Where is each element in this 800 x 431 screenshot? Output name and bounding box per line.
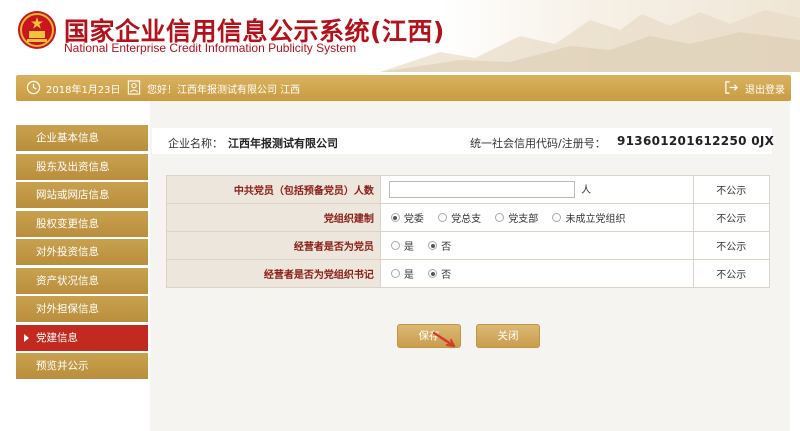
radio-button[interactable] <box>390 213 400 222</box>
site-header: 国家企业信用信息公示系统(江西) National Enterprise Cre… <box>0 0 800 72</box>
sidebar-item-party-building[interactable]: 党建信息 <box>16 325 148 351</box>
sidebar-item-label: 企业基本信息 <box>36 132 99 144</box>
table-row: 中共党员（包括预备党员）人数 人 不公示 <box>166 175 771 204</box>
unit-label: 人 <box>581 184 592 196</box>
publicity-status: 不公示 <box>692 203 771 232</box>
radio-button[interactable] <box>552 213 562 222</box>
option-general-branch[interactable]: 党总支 <box>438 210 481 225</box>
operator-is-secretary-options: 是 否 <box>379 259 694 288</box>
radio-button[interactable] <box>495 213 505 222</box>
party-member-count-label: 中共党员（包括预备党员）人数 <box>166 175 381 204</box>
party-info-form: 中共党员（包括预备党员）人数 人 不公示 党组织建制 党委 党总支 党支部 未成… <box>166 175 771 288</box>
logout-link[interactable]: 退出登录 <box>745 81 785 96</box>
credit-code-label: 统一社会信用代码/注册号： <box>470 137 606 150</box>
sidebar-item-investment[interactable]: 对外投资信息 <box>16 239 148 265</box>
national-emblem-icon <box>18 11 56 49</box>
party-org-type-label: 党组织建制 <box>166 203 381 232</box>
radio-button[interactable] <box>428 269 438 278</box>
table-row: 党组织建制 党委 党总支 党支部 未成立党组织 不公示 <box>166 203 771 232</box>
current-date: 2018年1月23日 <box>46 85 121 96</box>
sidebar-item-label: 党建信息 <box>36 332 78 344</box>
sidebar-item-label: 股权变更信息 <box>36 218 99 230</box>
top-info-bar: 2018年1月23日 您好！江西年报测试有限公司 江西 退出登录 <box>16 75 791 101</box>
company-info-bar: 企业名称： 江西年报测试有限公司 统一社会信用代码/注册号： 913601201… <box>152 128 775 154</box>
sidebar-item-label: 资产状况信息 <box>36 275 99 287</box>
sidebar-item-website[interactable]: 网站或网店信息 <box>16 182 148 208</box>
option-yes[interactable]: 是 <box>390 238 414 253</box>
radio-button[interactable] <box>390 269 400 278</box>
party-org-type-options: 党委 党总支 党支部 未成立党组织 <box>379 203 694 232</box>
table-row: 经营者是否为党员 是 否 不公示 <box>166 231 771 260</box>
sidebar-item-shareholders[interactable]: 股东及出资信息 <box>16 154 148 180</box>
close-button[interactable]: 关闭 <box>476 324 540 348</box>
credit-code-value: 913601201612250 0JX <box>617 134 775 148</box>
party-member-count-cell: 人 <box>379 175 694 204</box>
operator-is-member-label: 经营者是否为党员 <box>166 231 381 260</box>
system-subtitle: National Enterprise Credit Information P… <box>64 41 357 55</box>
option-no-org[interactable]: 未成立党组织 <box>552 210 625 225</box>
table-row: 经营者是否为党组织书记 是 否 不公示 <box>166 259 771 288</box>
party-member-count-input[interactable] <box>388 181 575 199</box>
sidebar-item-label: 对外投资信息 <box>36 246 99 258</box>
sidebar-item-assets[interactable]: 资产状况信息 <box>16 268 148 294</box>
option-no[interactable]: 否 <box>428 238 451 253</box>
clock-icon <box>26 80 41 95</box>
logout-icon[interactable] <box>724 80 739 95</box>
option-party-committee[interactable]: 党委 <box>390 210 424 225</box>
radio-button[interactable] <box>428 241 438 250</box>
user-greeting: 您好！江西年报测试有限公司 江西 <box>147 85 301 96</box>
company-name-value: 江西年报测试有限公司 <box>228 137 338 150</box>
sidebar-item-preview-publish[interactable]: 预览并公示 <box>16 353 148 379</box>
sidebar-item-label: 股东及出资信息 <box>36 161 110 173</box>
company-name-label: 企业名称： <box>168 137 223 150</box>
operator-is-secretary-label: 经营者是否为党组织书记 <box>166 259 381 288</box>
sidebar-item-guarantee[interactable]: 对外担保信息 <box>16 296 148 322</box>
radio-button[interactable] <box>438 213 448 222</box>
publicity-status: 不公示 <box>692 259 771 288</box>
sidebar-item-label: 预览并公示 <box>36 360 89 372</box>
option-no[interactable]: 否 <box>428 266 451 281</box>
option-branch[interactable]: 党支部 <box>495 210 538 225</box>
option-yes[interactable]: 是 <box>390 266 414 281</box>
operator-is-member-options: 是 否 <box>379 231 694 260</box>
publicity-status: 不公示 <box>692 175 771 204</box>
sidebar-item-equity-change[interactable]: 股权变更信息 <box>16 211 148 237</box>
sidebar-item-label: 对外担保信息 <box>36 303 99 315</box>
user-icon <box>127 80 141 95</box>
publicity-status: 不公示 <box>692 231 771 260</box>
pointer-arrow-icon <box>432 331 456 348</box>
sidebar-item-label: 网站或网店信息 <box>36 189 110 201</box>
radio-button[interactable] <box>390 241 400 250</box>
sidebar-item-basic-info[interactable]: 企业基本信息 <box>16 125 148 151</box>
active-arrow-icon <box>24 334 29 342</box>
